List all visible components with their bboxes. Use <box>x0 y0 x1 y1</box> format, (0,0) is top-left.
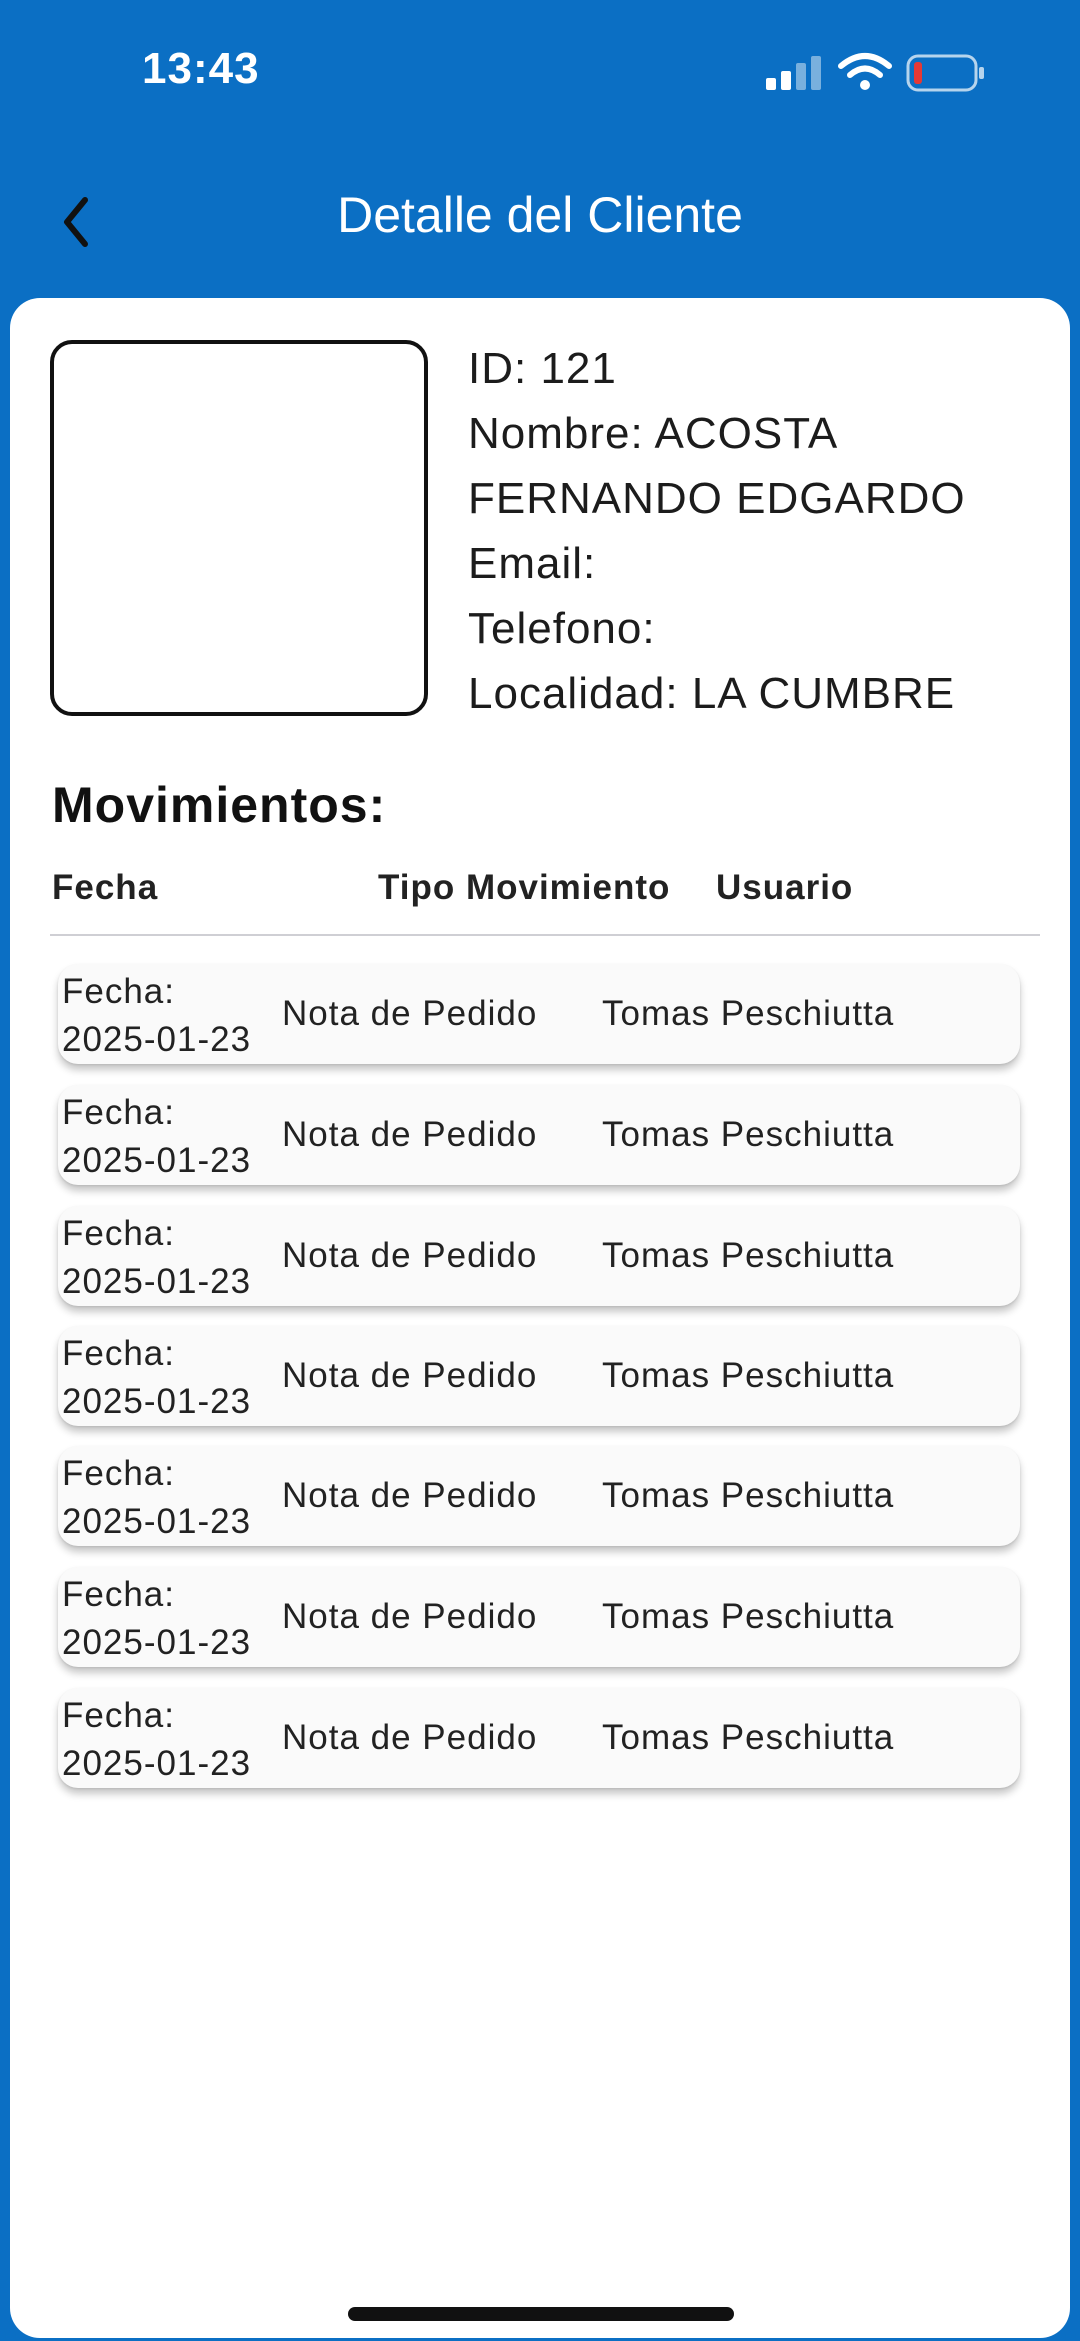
movement-tipo: Nota de Pedido <box>282 1476 538 1515</box>
movement-row[interactable]: Fecha: 2025-01-23 Nota de Pedido Tomas P… <box>58 964 1020 1064</box>
column-header-fecha: Fecha <box>52 868 159 907</box>
client-info: ID: 121 Nombre: ACOSTA FERNANDO EDGARDO … <box>468 336 1038 726</box>
movement-row[interactable]: Fecha: 2025-01-23 Nota de Pedido Tomas P… <box>58 1446 1020 1546</box>
nav-bar: Detalle del Cliente <box>0 150 1080 290</box>
movement-fecha-value: 2025-01-23 <box>62 1020 252 1059</box>
client-locality: Localidad: LA CUMBRE <box>468 669 956 718</box>
battery-icon <box>906 54 984 92</box>
divider <box>50 934 1040 936</box>
signal-icon <box>766 56 821 90</box>
movement-fecha: Fecha: 2025-01-23 <box>62 1330 251 1426</box>
movement-fecha: Fecha: 2025-01-23 <box>62 1450 251 1546</box>
movement-row[interactable]: Fecha: 2025-01-23 Nota de Pedido Tomas P… <box>58 1085 1020 1185</box>
movement-fecha-value: 2025-01-23 <box>62 1502 252 1541</box>
column-header-usuario: Usuario <box>716 868 854 907</box>
wifi-icon <box>838 53 892 90</box>
home-indicator[interactable] <box>348 2307 734 2321</box>
movement-fecha-label: Fecha: <box>62 1454 175 1493</box>
movement-fecha-label: Fecha: <box>62 1696 175 1735</box>
client-detail-card: ID: 121 Nombre: ACOSTA FERNANDO EDGARDO … <box>10 298 1070 2338</box>
movement-usuario: Tomas Peschiutta <box>602 1356 895 1395</box>
page-title: Detalle del Cliente <box>337 187 743 243</box>
client-name-line-2: FERNANDO EDGARDO <box>468 474 966 523</box>
movement-fecha-label: Fecha: <box>62 1093 175 1132</box>
movement-tipo: Nota de Pedido <box>282 1356 538 1395</box>
movement-usuario: Tomas Peschiutta <box>602 1236 895 1275</box>
movement-fecha-label: Fecha: <box>62 972 175 1011</box>
client-id: ID: 121 <box>468 344 617 393</box>
movement-fecha: Fecha: 2025-01-23 <box>62 1692 251 1788</box>
movements-title: Movimientos: <box>52 777 387 833</box>
movement-row[interactable]: Fecha: 2025-01-23 Nota de Pedido Tomas P… <box>58 1567 1020 1667</box>
movement-row[interactable]: Fecha: 2025-01-23 Nota de Pedido Tomas P… <box>58 1206 1020 1306</box>
movement-tipo: Nota de Pedido <box>282 994 538 1033</box>
client-email: Email: <box>468 539 597 588</box>
movement-fecha-value: 2025-01-23 <box>62 1623 252 1662</box>
movement-row[interactable]: Fecha: 2025-01-23 Nota de Pedido Tomas P… <box>58 1326 1020 1426</box>
movement-fecha-value: 2025-01-23 <box>62 1262 252 1301</box>
column-header-tipo: Tipo Movimiento <box>378 868 671 907</box>
movement-fecha: Fecha: 2025-01-23 <box>62 1571 251 1667</box>
status-bar: 13:43 <box>0 0 1080 150</box>
movement-usuario: Tomas Peschiutta <box>602 994 895 1033</box>
movement-fecha: Fecha: 2025-01-23 <box>62 1210 251 1306</box>
movement-tipo: Nota de Pedido <box>282 1236 538 1275</box>
movement-usuario: Tomas Peschiutta <box>602 1476 895 1515</box>
client-name-line-1: Nombre: ACOSTA <box>468 409 839 458</box>
movement-fecha: Fecha: 2025-01-23 <box>62 1089 251 1185</box>
movement-usuario: Tomas Peschiutta <box>602 1718 895 1757</box>
movement-tipo: Nota de Pedido <box>282 1115 538 1154</box>
movement-fecha-value: 2025-01-23 <box>62 1744 252 1783</box>
movement-fecha-label: Fecha: <box>62 1575 175 1614</box>
client-photo <box>50 340 428 716</box>
status-time: 13:43 <box>142 44 260 93</box>
movement-tipo: Nota de Pedido <box>282 1718 538 1757</box>
movement-fecha: Fecha: 2025-01-23 <box>62 968 251 1064</box>
table-header: Fecha Tipo Movimiento Usuario <box>52 868 1042 928</box>
client-phone: Telefono: <box>468 604 656 653</box>
movement-fecha-value: 2025-01-23 <box>62 1141 252 1180</box>
movement-fecha-label: Fecha: <box>62 1334 175 1373</box>
movement-tipo: Nota de Pedido <box>282 1597 538 1636</box>
movement-usuario: Tomas Peschiutta <box>602 1115 895 1154</box>
movement-fecha-value: 2025-01-23 <box>62 1382 252 1421</box>
movement-row[interactable]: Fecha: 2025-01-23 Nota de Pedido Tomas P… <box>58 1688 1020 1788</box>
movement-fecha-label: Fecha: <box>62 1214 175 1253</box>
movement-usuario: Tomas Peschiutta <box>602 1597 895 1636</box>
